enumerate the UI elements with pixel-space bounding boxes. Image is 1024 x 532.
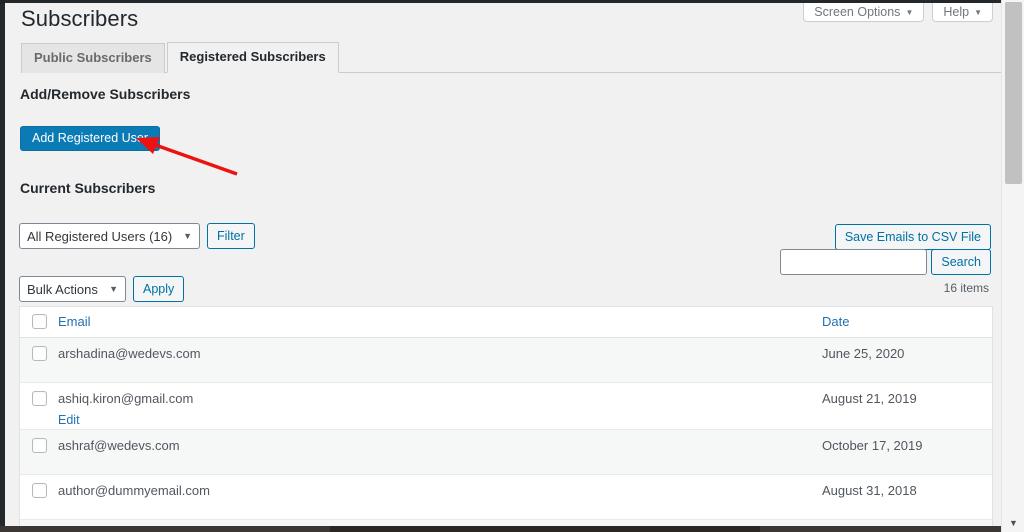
cell-email: arshadina@wedevs.com xyxy=(58,346,201,361)
scroll-down-arrow-icon[interactable]: ▼ xyxy=(1002,516,1024,530)
column-header-email[interactable]: Email xyxy=(58,314,91,329)
filter-controls: All Registered Users (16) ▼ Filter xyxy=(19,223,255,249)
search-button[interactable]: Search xyxy=(931,249,991,275)
admin-menu-rail-top xyxy=(0,0,5,4)
table-row[interactable]: author@dummyemail.com August 31, 2018 xyxy=(20,474,992,520)
vertical-scrollbar[interactable]: ▼ xyxy=(1001,0,1024,532)
cell-email: ashraf@wedevs.com xyxy=(58,437,180,453)
screen-options-label: Screen Options xyxy=(814,4,901,19)
meta-toggle-group: Screen Options ▼ Help ▼ xyxy=(803,3,993,22)
chevron-down-icon: ▼ xyxy=(974,8,982,17)
search-input[interactable] xyxy=(780,249,928,275)
add-registered-user-button[interactable]: Add Registered User xyxy=(20,126,161,151)
browser-viewport: Screen Options ▼ Help ▼ Subscribers Publ… xyxy=(0,0,1024,532)
horizontal-scrollbar-thumb[interactable] xyxy=(330,526,760,532)
cell-date: June 25, 2020 xyxy=(822,346,905,361)
add-remove-section-title: Add/Remove Subscribers xyxy=(20,86,191,102)
admin-bar-strip xyxy=(0,0,1001,3)
csv-export-wrap: Save Emails to CSV File xyxy=(834,224,991,250)
select-all-checkbox[interactable] xyxy=(31,314,47,329)
table-header-row: Email Date xyxy=(20,307,992,338)
table-row[interactable]: ashraf@wedevs.com October 17, 2019 xyxy=(20,429,992,475)
tab-bar: Public Subscribers Registered Subscriber… xyxy=(21,42,1001,73)
cell-email: author@dummyemail.com xyxy=(58,482,210,498)
bulk-actions-select-wrap: Bulk Actions ▼ xyxy=(19,276,126,302)
cell-date: August 21, 2019 xyxy=(822,391,917,406)
items-count-label: 16 items xyxy=(943,281,989,295)
select-all-cell xyxy=(20,313,58,329)
column-header-date[interactable]: Date xyxy=(822,314,849,329)
cell-date: August 31, 2018 xyxy=(822,482,917,498)
admin-content-wrap: Screen Options ▼ Help ▼ Subscribers Publ… xyxy=(5,0,1001,532)
row-checkbox[interactable] xyxy=(31,437,47,453)
row-checkbox[interactable] xyxy=(31,391,47,406)
save-emails-to-csv-button[interactable]: Save Emails to CSV File xyxy=(834,224,991,250)
chevron-down-icon: ▼ xyxy=(905,8,914,17)
search-controls: Search xyxy=(780,249,991,275)
page-title: Subscribers xyxy=(21,6,139,31)
cell-date: October 17, 2019 xyxy=(822,437,923,453)
apply-button[interactable]: Apply xyxy=(133,276,185,302)
filter-button[interactable]: Filter xyxy=(207,223,255,249)
cell-email: ashiq.kiron@gmail.com xyxy=(58,391,194,406)
row-edit-link[interactable]: Edit xyxy=(58,411,822,429)
horizontal-scrollbar[interactable] xyxy=(0,526,1001,532)
table-row[interactable]: arshadina@wedevs.com June 25, 2020 xyxy=(20,338,992,383)
help-button[interactable]: Help ▼ xyxy=(932,3,993,22)
tab-public-subscribers[interactable]: Public Subscribers xyxy=(21,43,165,73)
user-scope-select[interactable]: All Registered Users (16) xyxy=(19,223,200,249)
user-scope-select-wrap: All Registered Users (16) ▼ xyxy=(19,223,200,249)
vertical-scrollbar-thumb[interactable] xyxy=(1005,2,1022,184)
subscribers-table: Email Date arshadina@wedevs.com June 25,… xyxy=(19,306,993,532)
bulk-action-controls: Bulk Actions ▼ Apply xyxy=(19,276,185,302)
row-checkbox[interactable] xyxy=(31,346,47,361)
tab-registered-subscribers[interactable]: Registered Subscribers xyxy=(166,42,339,73)
bulk-actions-select[interactable]: Bulk Actions xyxy=(19,276,126,302)
screen-options-button[interactable]: Screen Options ▼ xyxy=(803,3,925,22)
current-subscribers-section-title: Current Subscribers xyxy=(20,180,156,196)
table-row[interactable]: ashiq.kiron@gmail.com Edit August 21, 20… xyxy=(20,383,992,430)
row-checkbox[interactable] xyxy=(31,482,47,498)
admin-menu-rail xyxy=(0,0,5,532)
help-label: Help xyxy=(943,4,970,19)
